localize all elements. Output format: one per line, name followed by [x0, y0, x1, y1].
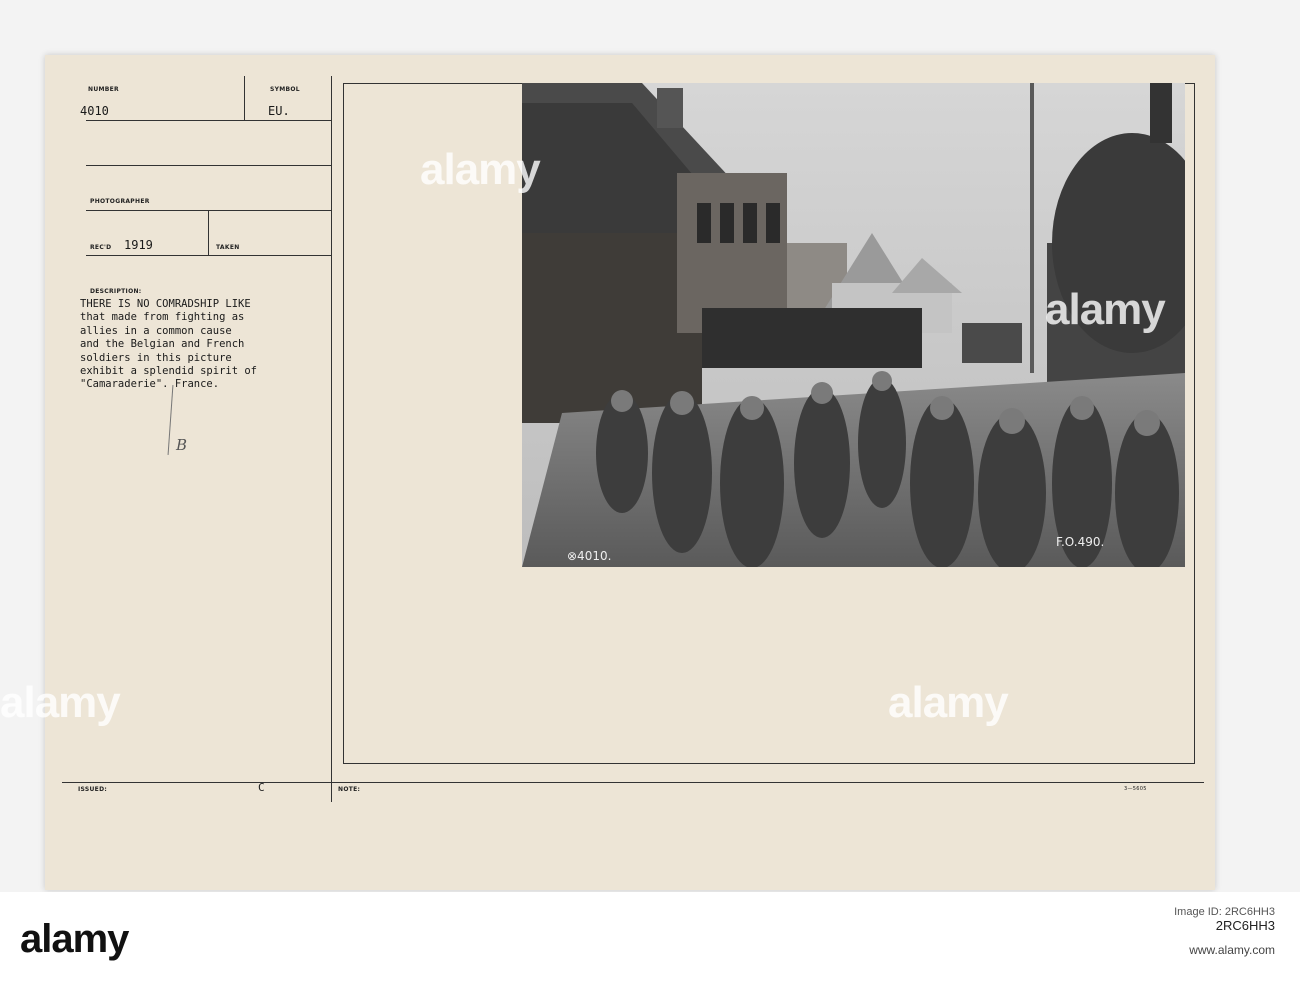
number-label: NUMBER — [88, 86, 119, 93]
rule-line — [343, 83, 344, 763]
recd-value: 1919 — [124, 238, 153, 252]
taken-label: TAKEN — [216, 244, 240, 251]
rule-line — [1194, 83, 1195, 763]
symbol-value: EU. — [268, 104, 290, 118]
watermark: alamy — [1045, 285, 1166, 334]
rule-line — [86, 165, 331, 166]
rule-line — [343, 763, 1195, 764]
description-line: and the Belgian and French — [80, 338, 245, 351]
image-code: 2RC6HH3 — [1215, 918, 1275, 933]
description-line: soldiers in this picture — [80, 351, 232, 364]
issued-label: ISSUED: — [78, 786, 108, 793]
rule-line — [331, 76, 332, 802]
recd-label: REC'D — [90, 244, 112, 251]
site-url: www.alamy.com — [1189, 943, 1275, 957]
watermark: alamy — [420, 145, 541, 194]
photographer-label: PHOTOGRAPHER — [90, 198, 150, 205]
form-code: 3—5605 — [1124, 786, 1147, 792]
rule-line — [62, 782, 1204, 783]
rule-line — [208, 210, 209, 255]
description-line: exhibit a splendid spirit of — [80, 365, 258, 378]
image-id-block: Image ID: 2RC6HH3 2RC6HH3 www.alamy.com — [1174, 906, 1275, 957]
bottom-strip: alamy Image ID: 2RC6HH3 2RC6HH3 www.alam… — [0, 892, 1300, 982]
c-mark: C — [258, 781, 265, 794]
description-line: allies in a common cause — [80, 324, 232, 337]
rule-line — [244, 76, 245, 120]
number-value: 4010 — [80, 104, 109, 118]
rule-line — [86, 255, 331, 256]
description-label: DESCRIPTION: — [90, 288, 142, 295]
rule-line — [86, 120, 331, 121]
photo-number-right: F.O.490. — [1056, 535, 1105, 549]
description-line: that made from fighting as — [80, 311, 245, 324]
alamy-logo: alamy — [20, 917, 129, 961]
watermark: alamy — [0, 678, 121, 727]
watermark: alamy — [888, 678, 1009, 727]
note-label: NOTE: — [338, 786, 361, 793]
photo-number-left: ⊗4010. — [567, 549, 612, 563]
handwritten-mark: B — [176, 436, 188, 454]
image-id: Image ID: 2RC6HH3 — [1174, 906, 1275, 918]
description-line: "Camaraderie". France. — [80, 378, 220, 391]
description-text: THERE IS NO COMRADSHIP LIKE that made fr… — [80, 298, 257, 392]
symbol-label: SYMBOL — [270, 86, 300, 93]
description-line: THERE IS NO COMRADSHIP LIKE — [80, 298, 251, 310]
